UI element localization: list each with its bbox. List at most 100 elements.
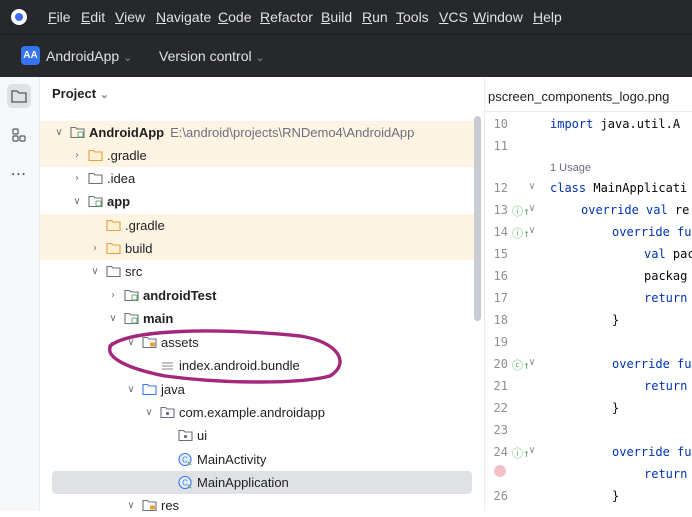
menu-code[interactable]: Code bbox=[218, 0, 251, 34]
structure-tool-button[interactable] bbox=[7, 123, 31, 147]
tree-row[interactable]: index.android.bundle bbox=[40, 354, 474, 377]
fold-icon[interactable]: ∨ bbox=[529, 203, 535, 214]
line-number: 19 bbox=[493, 335, 508, 349]
tree-row[interactable]: ∨ app bbox=[40, 190, 474, 213]
code-line[interactable]: } bbox=[612, 313, 619, 335]
tree-node-label: app bbox=[107, 194, 131, 209]
vcs-widget[interactable]: Version control ⌄ bbox=[159, 45, 265, 67]
tree-row[interactable]: ∨ main bbox=[40, 307, 474, 330]
menu-window[interactable]: Window bbox=[473, 0, 523, 34]
tree-row[interactable]: ∨ com.example.androidapp bbox=[40, 401, 474, 424]
tree-row[interactable]: › .gradle bbox=[40, 144, 474, 167]
fold-icon[interactable]: ∨ bbox=[529, 357, 535, 368]
chevron-down-icon: ⌄ bbox=[123, 52, 133, 64]
code-line[interactable]: packag bbox=[644, 269, 687, 291]
chevron-right-icon[interactable]: › bbox=[88, 243, 102, 254]
line-number: 15 bbox=[493, 247, 508, 261]
code-line[interactable]: return bbox=[644, 291, 687, 313]
tree-node-label: src bbox=[125, 264, 143, 279]
menu-file[interactable]: File bbox=[48, 0, 71, 34]
project-switcher[interactable]: AndroidApp ⌄ bbox=[46, 45, 132, 67]
tree-row[interactable]: C MainApplication bbox=[52, 471, 472, 494]
more-icon[interactable]: ⋯ bbox=[7, 161, 31, 185]
project-badge[interactable]: AA bbox=[21, 46, 40, 65]
tree-row[interactable]: › .idea bbox=[40, 167, 474, 190]
chevron-down-icon[interactable]: ∨ bbox=[124, 337, 138, 348]
tree-node-label: androidTest bbox=[143, 288, 217, 303]
chevron-right-icon[interactable]: › bbox=[106, 290, 120, 301]
tree-node-label: build bbox=[125, 241, 153, 256]
folder-icon bbox=[11, 90, 27, 103]
tree-row[interactable]: ui bbox=[40, 424, 474, 447]
menu-view[interactable]: View bbox=[115, 0, 145, 34]
editor-tab[interactable]: pscreen_components_logo.png bbox=[488, 89, 669, 104]
menu-vcs[interactable]: VCS bbox=[439, 0, 468, 34]
package-icon bbox=[160, 405, 175, 420]
fold-icon[interactable]: ∨ bbox=[529, 181, 535, 192]
tree-row[interactable]: ∨ res bbox=[40, 494, 474, 517]
tree-row[interactable]: ∨ java bbox=[40, 378, 474, 401]
menu-tools[interactable]: Tools bbox=[396, 0, 429, 34]
app-logo-icon[interactable] bbox=[11, 9, 27, 25]
code-line[interactable]: val pac bbox=[644, 247, 692, 269]
chevron-down-icon[interactable]: ∨ bbox=[52, 127, 66, 138]
tree-node-label: .idea bbox=[107, 171, 136, 186]
code-line[interactable]: class MainApplicati bbox=[550, 181, 687, 203]
override-marker-icon[interactable]: ⓘ↑ bbox=[512, 225, 530, 241]
override-marker-icon[interactable]: ⓘ↑ bbox=[512, 445, 530, 461]
chevron-down-icon[interactable]: ∨ bbox=[124, 384, 138, 395]
class-icon: C bbox=[178, 475, 193, 490]
tree-row[interactable]: ∨ AndroidApp E:\android\projects\RNDemo4\A… bbox=[40, 121, 474, 144]
svg-text:C: C bbox=[182, 456, 188, 465]
tree-row[interactable]: › androidTest bbox=[40, 284, 474, 307]
tree-node-label: .gradle bbox=[125, 218, 165, 233]
chevron-down-icon[interactable]: ∨ bbox=[70, 196, 84, 207]
tree-node-label: assets bbox=[161, 335, 199, 350]
menu-navigate[interactable]: Navigate bbox=[156, 0, 211, 34]
breakpoint-icon[interactable] bbox=[494, 465, 506, 477]
line-number: 10 bbox=[493, 117, 508, 131]
chevron-down-icon[interactable]: ∨ bbox=[88, 266, 102, 277]
project-tool-button[interactable] bbox=[7, 84, 31, 108]
usage-hint[interactable]: 1 Usage bbox=[550, 162, 591, 174]
code-line[interactable]: override fu bbox=[612, 225, 691, 247]
code-line[interactable]: override val re bbox=[581, 203, 689, 225]
tree-row[interactable]: ∨ src bbox=[40, 260, 474, 283]
project-panel-header[interactable]: Project ⌄ bbox=[52, 86, 109, 101]
class-icon: C bbox=[178, 452, 193, 467]
menu-build[interactable]: Build bbox=[321, 0, 352, 34]
code-line[interactable]: } bbox=[612, 489, 619, 511]
chevron-down-icon[interactable]: ∨ bbox=[106, 313, 120, 324]
tree-row[interactable]: › build bbox=[40, 237, 474, 260]
tree-row[interactable]: ∨ assets bbox=[40, 331, 474, 354]
override-marker-icon[interactable]: ⓘ↑ bbox=[512, 203, 530, 219]
chevron-down-icon[interactable]: ∨ bbox=[124, 500, 138, 511]
menu-edit[interactable]: Edit bbox=[81, 0, 105, 34]
folder-icon bbox=[88, 171, 103, 186]
code-line[interactable]: } bbox=[612, 401, 619, 423]
code-line[interactable]: override fu bbox=[612, 445, 691, 467]
code-line[interactable]: override fu bbox=[612, 357, 691, 379]
tree-node-label: com.example.androidapp bbox=[179, 405, 325, 420]
tree-node-label: .gradle bbox=[107, 148, 147, 163]
menu-run[interactable]: Run bbox=[362, 0, 388, 34]
code-line[interactable]: import java.util.A bbox=[550, 117, 680, 139]
menu-help[interactable]: Help bbox=[533, 0, 562, 34]
fold-icon[interactable]: ∨ bbox=[529, 225, 535, 236]
code-line[interactable]: return bbox=[644, 467, 687, 489]
tree-row[interactable]: C MainActivity bbox=[40, 448, 474, 471]
chevron-right-icon[interactable]: › bbox=[70, 173, 84, 184]
tree-scrollbar[interactable] bbox=[474, 116, 481, 321]
tree-row[interactable]: .gradle bbox=[40, 214, 474, 237]
folder-orange-icon bbox=[106, 241, 121, 256]
folder-res-icon bbox=[142, 335, 157, 350]
tab-divider bbox=[485, 111, 692, 112]
fold-icon[interactable]: ∨ bbox=[529, 445, 535, 456]
code-line[interactable]: return bbox=[644, 379, 687, 401]
chevron-right-icon[interactable]: › bbox=[70, 150, 84, 161]
line-number: 12 ∨ bbox=[493, 181, 536, 195]
override-marker-icon[interactable]: ⓒ↑ bbox=[512, 357, 530, 373]
line-number: 11 bbox=[493, 139, 508, 153]
menu-refactor[interactable]: Refactor bbox=[260, 0, 313, 34]
chevron-down-icon[interactable]: ∨ bbox=[142, 407, 156, 418]
